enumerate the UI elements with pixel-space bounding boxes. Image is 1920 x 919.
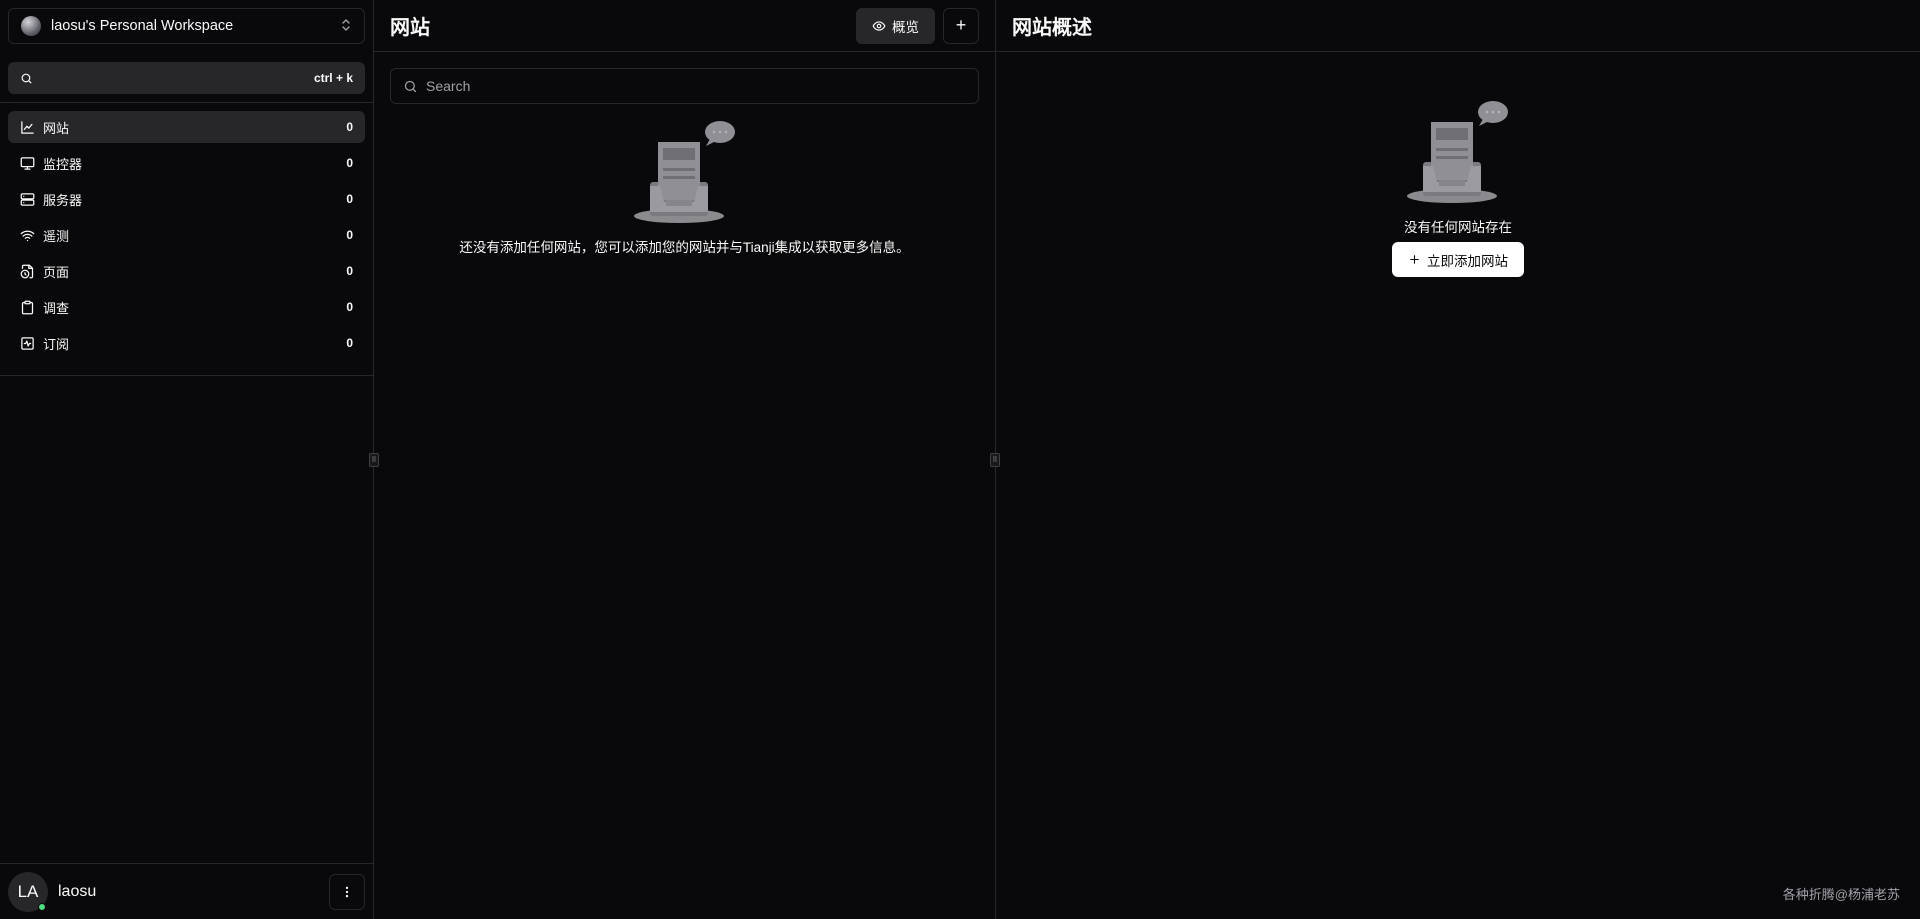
sidebar-item-count: 0 [346,264,353,278]
grip-icon: ⠿ [992,456,998,464]
empty-inbox-icon [1407,101,1508,203]
sidebar-item-label: 调查 [43,300,70,316]
sidebar-item-label: 订阅 [43,336,70,352]
sidebar-item-count: 0 [346,300,353,314]
user-bar: LA laosu [0,863,373,919]
websites-header: 网站 概览 + [374,0,995,52]
sidebar-nav: 网站 0 监控器 0 服务器 0 遥测 0 页面 0 调查 0 订阅 0 [0,103,373,376]
sidebar-item-label: 网站 [43,120,70,136]
workspace-avatar [21,16,41,36]
add-website-now-button[interactable]: 立即添加网站 [1392,242,1524,277]
websites-panel: 网站 概览 + Search 还没有添加任何网站，您可以添加您的网站并与Tian… [374,0,996,919]
sidebar-item-servers[interactable]: 服务器 0 [8,183,365,215]
workspace-name: laosu's Personal Workspace [51,18,234,34]
sidebar-item-label: 监控器 [43,156,83,172]
sidebar-item-count: 0 [346,156,353,170]
sidebar-item-label: 服务器 [43,192,83,208]
add-website-button[interactable]: + [943,7,979,44]
activity-icon [20,336,35,351]
sidebar-item-telemetry[interactable]: 遥测 0 [8,219,365,251]
sidebar-item-pages[interactable]: 页面 0 [8,255,365,287]
sidebar-item-label: 遥测 [43,228,70,244]
empty-state-text: 还没有添加任何网站，您可以添加您的网站并与Tianji集成以获取更多信息。 [459,240,910,255]
search-input[interactable] [426,78,966,94]
online-status-dot [38,902,46,911]
plus-icon [1408,253,1421,266]
page-title: 网站 [390,17,430,39]
website-search[interactable] [390,68,979,104]
plus-icon: + [955,15,967,35]
file-clock-icon [20,264,35,279]
search-shortcut: ctrl + k [313,71,353,85]
watermark: 各种折腾@杨浦老苏 [1782,887,1900,902]
sidebar-item-surveys[interactable]: 调查 0 [8,291,365,323]
more-vertical-icon [340,885,354,899]
wifi-icon [20,228,35,243]
user-name: laosu [58,882,97,900]
clipboard-icon [20,300,35,315]
sidebar-item-subscriptions[interactable]: 订阅 0 [8,327,365,359]
sidebar-item-count: 0 [346,228,353,242]
grip-icon: ⠿ [371,456,377,464]
search-icon [20,72,33,85]
header-actions: 概览 + [856,7,979,44]
sidebar: laosu's Personal Workspace ctrl + k 网站 0 [0,0,374,919]
chevrons-up-down-icon [340,18,352,35]
overview-empty-state: 没有任何网站存在 立即添加网站 [996,100,1920,277]
app-root: laosu's Personal Workspace ctrl + k 网站 0 [0,0,1920,919]
sidebar-item-websites[interactable]: 网站 0 [8,111,365,143]
eye-icon [872,19,886,33]
overview-button-label: 概览 [892,19,919,35]
empty-state-text: 没有任何网站存在 [1404,220,1512,235]
overview-header: 网站概述 [996,0,1920,52]
global-search[interactable]: ctrl + k [8,62,365,94]
workspace-switcher[interactable]: laosu's Personal Workspace [8,8,365,44]
empty-inbox-icon [633,121,735,223]
chart-icon [20,120,35,135]
user-menu-button[interactable] [329,873,365,910]
overview-button[interactable]: 概览 [856,7,935,44]
add-website-now-label: 立即添加网站 [1427,253,1508,269]
sidebar-item-monitors[interactable]: 监控器 0 [8,147,365,179]
sidebar-item-count: 0 [346,120,353,134]
empty-illustration [374,120,995,230]
resize-handle[interactable]: ⠿ [369,453,379,467]
monitor-icon [20,156,35,171]
search-icon [403,79,418,94]
overview-panel: 网站概述 没有任何网站存在 立即添加网站 各种折腾@杨浦老苏 [996,0,1920,919]
sidebar-item-count: 0 [346,192,353,206]
sidebar-item-label: 页面 [43,264,70,280]
resize-handle[interactable]: ⠿ [990,453,1000,467]
avatar[interactable]: LA [8,871,48,912]
overview-title: 网站概述 [1012,17,1092,39]
avatar-initials: LA [17,881,39,901]
sidebar-item-count: 0 [346,336,353,350]
server-icon [20,192,35,207]
